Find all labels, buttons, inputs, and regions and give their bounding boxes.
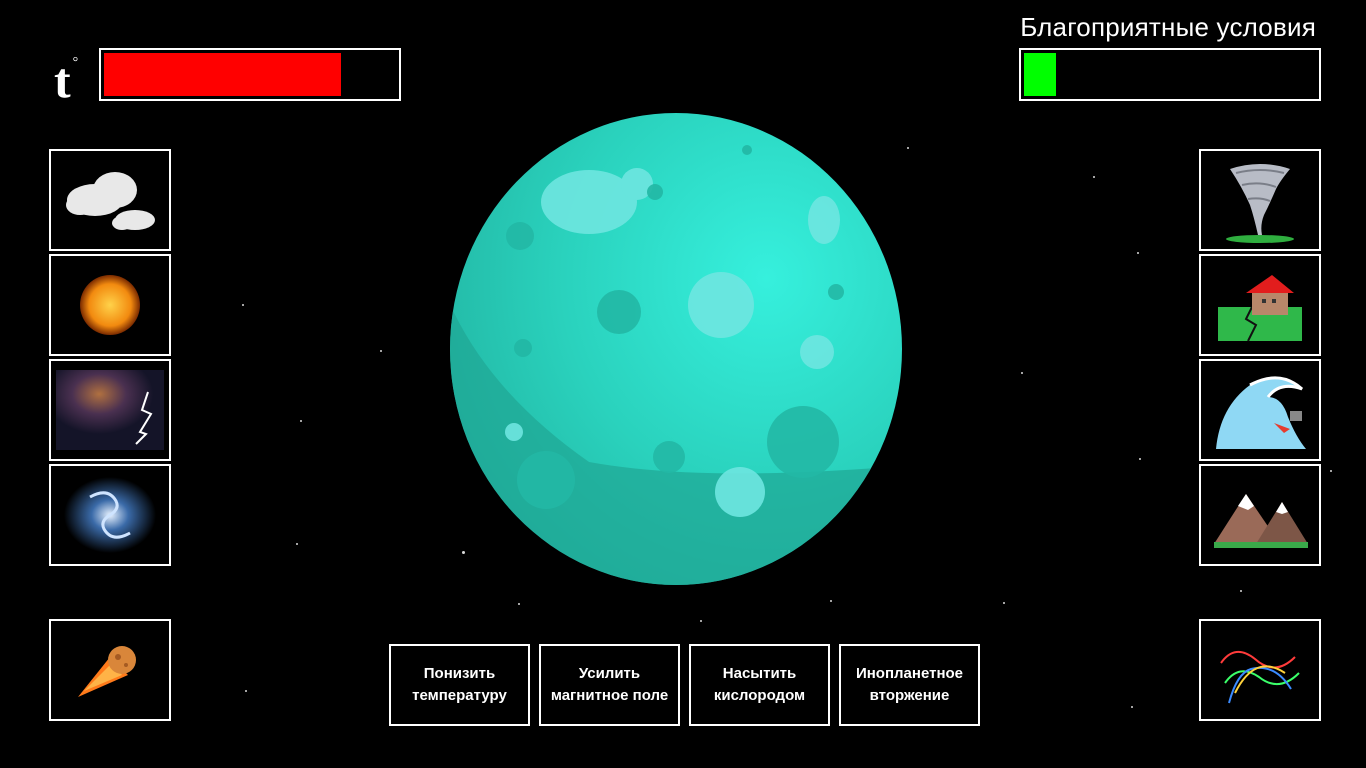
- tsunami-tile[interactable]: [1199, 359, 1321, 461]
- conditions-title: Благоприятные условия: [1020, 12, 1316, 42]
- temperature-symbol: t: [54, 52, 71, 109]
- temperature-bar: [99, 48, 401, 101]
- galaxy-spiral-icon: [64, 477, 156, 553]
- tornado-tile[interactable]: [1199, 149, 1321, 251]
- sun-tile[interactable]: [49, 254, 171, 356]
- cloud-icon: [66, 172, 155, 230]
- mountains-icon: [1214, 494, 1308, 548]
- conditions-bar: [1019, 48, 1321, 101]
- mountains-tile[interactable]: [1199, 464, 1321, 566]
- temperature-label: t °: [54, 52, 79, 109]
- planet[interactable]: [449, 112, 904, 587]
- dna-helix-icon: [1220, 651, 1300, 704]
- lower-temperature-button[interactable]: Понизить температуру: [389, 644, 530, 726]
- alien-invasion-button[interactable]: Инопланетное вторжение: [839, 644, 980, 726]
- tornado-icon: [1226, 164, 1294, 243]
- meteor-tile[interactable]: [49, 619, 171, 721]
- galaxy-tile[interactable]: [49, 464, 171, 566]
- storm-lightning-icon: [56, 370, 164, 450]
- strengthen-magnetic-field-button[interactable]: Усилить магнитное поле: [539, 644, 680, 726]
- meteor-icon: [78, 646, 136, 697]
- dna-tile[interactable]: [1199, 619, 1321, 721]
- saturate-oxygen-button[interactable]: Насытить кислородом: [689, 644, 830, 726]
- tsunami-wave-icon: [1216, 376, 1306, 449]
- storm-tile[interactable]: [49, 359, 171, 461]
- earthquake-house-icon: [1218, 275, 1302, 342]
- cloud-tile[interactable]: [49, 149, 171, 251]
- degree-sign: °: [72, 55, 79, 70]
- temperature-bar-fill: [104, 53, 341, 96]
- conditions-bar-fill: [1024, 53, 1057, 96]
- earthquake-tile[interactable]: [1199, 254, 1321, 356]
- sun-icon: [80, 275, 140, 335]
